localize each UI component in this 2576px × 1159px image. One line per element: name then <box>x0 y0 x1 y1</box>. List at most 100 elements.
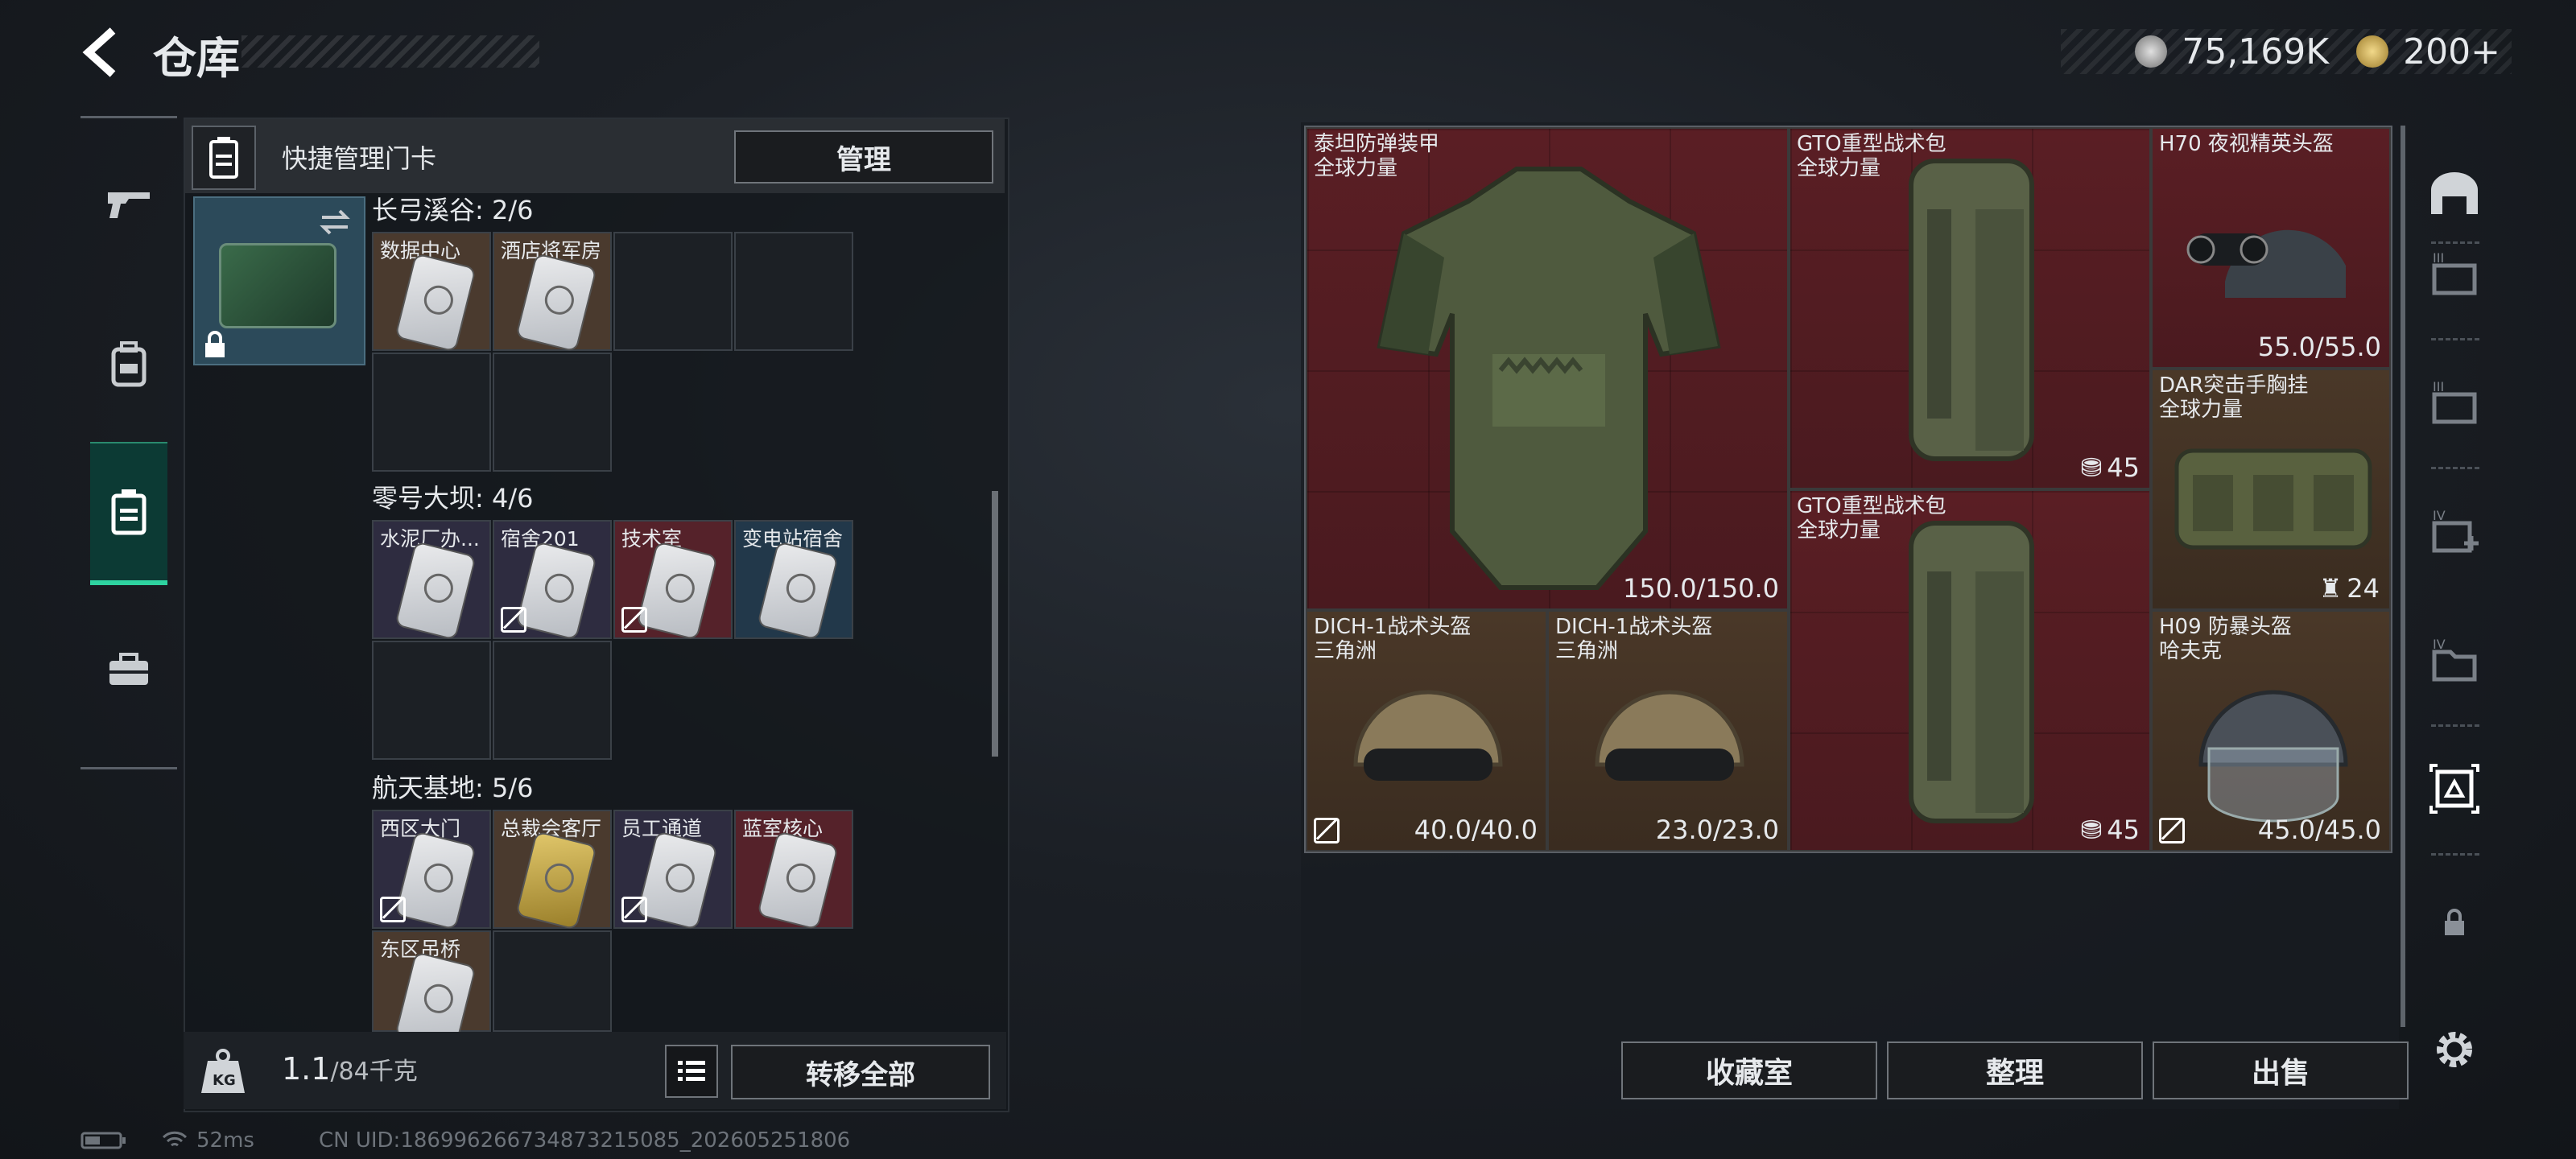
weight-icon: KG <box>196 1046 250 1096</box>
nav-locked-slot[interactable] <box>2418 882 2491 963</box>
keycard-icon <box>396 542 475 639</box>
nav-stash-3[interactable]: III <box>2418 233 2491 314</box>
lock-icon <box>2445 909 2464 935</box>
stash-expansion-icon: III <box>2432 379 2477 424</box>
gun-icon <box>108 192 150 218</box>
gold-coin-icon <box>2356 35 2389 68</box>
chevron-left-icon <box>82 27 116 77</box>
no-return-icon <box>380 897 406 922</box>
svg-text:III: III <box>2433 250 2444 266</box>
keycard-scrollbar[interactable] <box>992 491 998 757</box>
keycard-case-icon <box>111 489 147 535</box>
manage-button[interactable]: 管理 <box>734 130 993 184</box>
empty-slot[interactable] <box>493 641 612 760</box>
uid-readout: CN UID:1869962667348732150​85_2026052518… <box>318 1128 851 1153</box>
nav-backpack[interactable] <box>90 320 167 408</box>
list-icon <box>678 1061 705 1081</box>
page-title: 仓库 <box>153 33 240 84</box>
body-armor-image <box>1377 167 1721 590</box>
capacity-icon: ⛃ <box>2080 815 2103 845</box>
empty-slot[interactable] <box>493 353 612 472</box>
group-title: 长弓溪谷: 2/6 <box>372 195 534 225</box>
nav-keycard-case[interactable] <box>90 442 167 585</box>
nav-warehouse-main[interactable] <box>2418 153 2491 233</box>
keycard-holder-slot[interactable] <box>193 196 365 365</box>
keycard-case-icon <box>209 137 238 179</box>
keycard-icon <box>517 542 596 639</box>
capacity-badge: ⛃ 45 <box>2080 452 2140 483</box>
item-name: DICH-1战术头盔 三角洲 <box>1314 615 1472 663</box>
svg-text:KG: KG <box>213 1072 236 1089</box>
settings-button[interactable] <box>2418 1009 2491 1090</box>
currency-bar: 75,169K 200+ <box>2061 29 2512 74</box>
folder-expansion-icon: IV <box>2432 637 2477 682</box>
no-return-icon <box>1314 818 1340 843</box>
sell-button[interactable]: 出售 <box>2153 1041 2409 1099</box>
keycard-slot[interactable]: 总裁会客厅 <box>493 810 612 929</box>
gold-amount: 200+ <box>2403 31 2500 72</box>
empty-slot[interactable] <box>734 232 853 351</box>
keycard-slot[interactable]: 蓝室核心 <box>734 810 853 929</box>
keycard-slot[interactable]: 员工通道 <box>613 810 733 929</box>
keycard-slot[interactable]: 东区吊桥 <box>372 930 491 1050</box>
item-name: GTO重型战术包 全球力量 <box>1797 494 1946 542</box>
night-vision-helmet-image <box>2186 229 2346 298</box>
stash-scrollbar[interactable] <box>2401 126 2405 1027</box>
silver-coin-icon <box>2135 35 2168 68</box>
empty-slot[interactable] <box>613 232 733 351</box>
durability: 45.0/45.0 <box>2257 815 2381 845</box>
empty-slot[interactable] <box>372 353 491 472</box>
keycard-slot[interactable]: 酒店将军房 <box>493 232 612 351</box>
no-return-icon <box>501 607 526 633</box>
keycard-holder-image <box>219 243 336 328</box>
nav-keycard-expansion[interactable] <box>2418 749 2491 829</box>
keycard-slot[interactable]: 变电站宿舍 <box>734 520 853 639</box>
nav-weapons[interactable] <box>90 160 167 249</box>
svg-text:IV: IV <box>2433 637 2446 652</box>
keycard-slot[interactable]: 宿舍201 <box>493 520 612 639</box>
keycard-icon <box>758 832 837 929</box>
stash-item[interactable]: GTO重型战术包 全球力量 ⛃ 45 <box>1789 127 2151 489</box>
wifi-icon <box>162 1131 188 1147</box>
backpack-image <box>1909 521 2034 823</box>
keycard-icon <box>517 832 596 929</box>
empty-slot[interactable] <box>372 641 491 760</box>
durability: 55.0/55.0 <box>2257 332 2381 362</box>
stash-item[interactable]: GTO重型战术包 全球力量 ⛃ 45 <box>1789 489 2151 852</box>
transfer-all-button[interactable]: 转移全部 <box>731 1045 990 1099</box>
sort-button[interactable]: 整理 <box>1887 1041 2143 1099</box>
keycard-slot[interactable]: 水泥厂办... <box>372 520 491 639</box>
capacity-icon: ⛃ <box>2080 452 2103 483</box>
toolbox-icon <box>109 653 148 685</box>
keycard-icon <box>517 254 596 351</box>
empty-slot[interactable] <box>493 930 612 1032</box>
keycard-slot[interactable]: 技术室 <box>613 520 733 639</box>
item-name: GTO重型战术包 全球力量 <box>1797 132 1946 180</box>
weight-current: 1.1 <box>282 1051 331 1087</box>
nav-stash-4b[interactable]: IV <box>2418 620 2491 700</box>
collection-room-button[interactable]: 收藏室 <box>1621 1041 1877 1099</box>
back-button[interactable] <box>77 24 126 80</box>
stash-item[interactable]: DAR突击手胸挂 全球力量 ♜ 24 <box>2151 369 2391 610</box>
stash-item[interactable]: DICH-1战术头盔 三角洲 23.0/23.0 <box>1547 610 1789 852</box>
nav-stash-4[interactable]: IV <box>2418 491 2491 571</box>
nav-stash-3b[interactable]: III <box>2418 362 2491 443</box>
status-bar: 52ms CN UID:1869962667348732150​85_20260… <box>80 1128 850 1153</box>
stash-item[interactable]: H70 夜视精英头盔 55.0/55.0 <box>2151 127 2391 369</box>
item-name: 泰坦防弹装甲 全球力量 <box>1314 132 1440 180</box>
stash-item[interactable]: H09 防暴头盔 哈夫克 45.0/45.0 <box>2151 610 2391 852</box>
keycard-case-button[interactable] <box>192 126 256 190</box>
list-view-button[interactable] <box>665 1045 718 1098</box>
weight-capacity: /84千克 <box>330 1058 418 1086</box>
swap-icon[interactable] <box>317 204 353 240</box>
keycard-icon <box>638 832 716 929</box>
nav-toolbox[interactable] <box>90 625 167 714</box>
svg-text:IV: IV <box>2433 508 2446 523</box>
backpack-image <box>1909 159 2034 461</box>
keycard-slot[interactable]: 西区大门 <box>372 810 491 929</box>
stash-expansion-icon: III <box>2432 250 2477 295</box>
keycard-slot[interactable]: 数据中心 <box>372 232 491 351</box>
stash-item[interactable]: DICH-1战术头盔 三角洲 40.0/40.0 <box>1306 610 1547 852</box>
stash-item[interactable]: 泰坦防弹装甲 全球力量 150.0/150.0 <box>1306 127 1789 610</box>
keycard-icon <box>396 254 475 351</box>
